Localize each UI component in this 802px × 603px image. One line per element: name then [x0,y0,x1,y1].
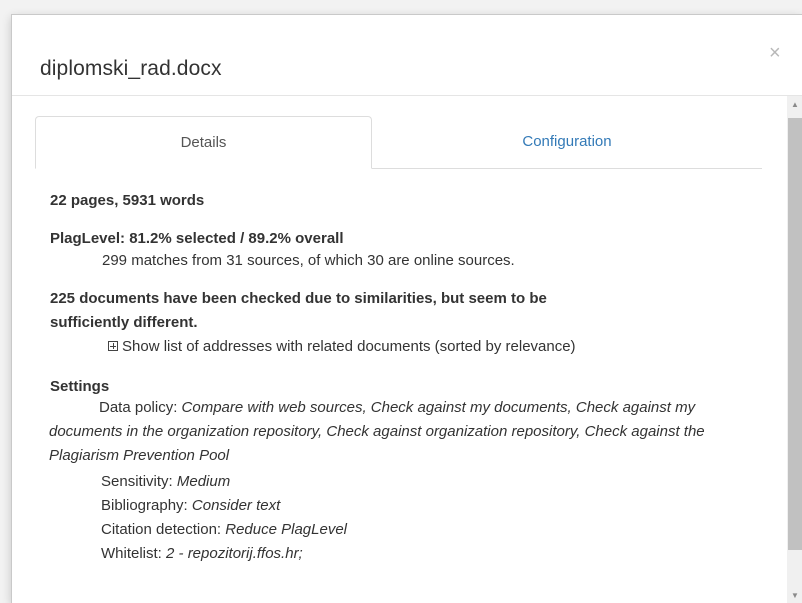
sensitivity-value: Medium [176,473,231,490]
citation-value: Reduce PlagLevel [225,521,348,538]
arrow-down-icon[interactable]: ▼ [787,587,802,603]
whitelist-setting: Whitelist: 2 - repozitorij.ffos.hr; [101,544,303,564]
citation-label: Citation detection: [101,521,222,538]
tab-configuration[interactable]: Configuration [372,116,762,168]
bibliography-value: Consider text [191,497,281,514]
tab-details[interactable]: Details [35,116,372,169]
dialog-body: Details Configuration 22 pages, 5931 wor… [12,96,787,603]
dialog-title: diplomski_rad.docx [40,57,222,80]
checked-docs-line-2: sufficiently different. [50,314,198,331]
plaglevel-line: PlagLevel: 81.2% selected / 89.2% overal… [50,230,344,247]
document-summary: 22 pages, 5931 words [50,192,205,209]
checked-docs-line-1: 225 documents have been checked due to s… [50,290,547,307]
show-list-toggle[interactable]: Show list of addresses with related docu… [108,337,576,357]
tab-bar: Details Configuration [35,116,762,169]
sensitivity-setting: Sensitivity: Medium [101,472,230,492]
sensitivity-label: Sensitivity: [101,473,173,490]
bibliography-label: Bibliography: [101,497,188,514]
data-policy-label: Data policy: [99,399,178,416]
report-dialog: diplomski_rad.docx × Details Configurati… [11,14,802,603]
show-list-label: Show list of addresses with related docu… [122,338,576,355]
data-policy-setting: Data policy: Compare with web sources, C… [49,396,761,468]
whitelist-value: 2 - repozitorij.ffos.hr; [166,545,303,562]
bibliography-setting: Bibliography: Consider text [101,496,280,516]
matches-line: 299 matches from 31 sources, of which 30… [102,252,515,269]
scrollbar-thumb[interactable] [788,118,802,550]
close-icon[interactable]: × [769,43,781,63]
citation-setting: Citation detection: Reduce PlagLevel [101,520,347,540]
whitelist-label: Whitelist: [101,545,162,562]
arrow-up-icon[interactable]: ▲ [787,96,802,113]
settings-heading: Settings [50,378,110,395]
vertical-scrollbar[interactable]: ▲ ▼ [787,96,802,603]
plus-square-icon [108,341,118,351]
dialog-header: diplomski_rad.docx × [12,15,802,96]
